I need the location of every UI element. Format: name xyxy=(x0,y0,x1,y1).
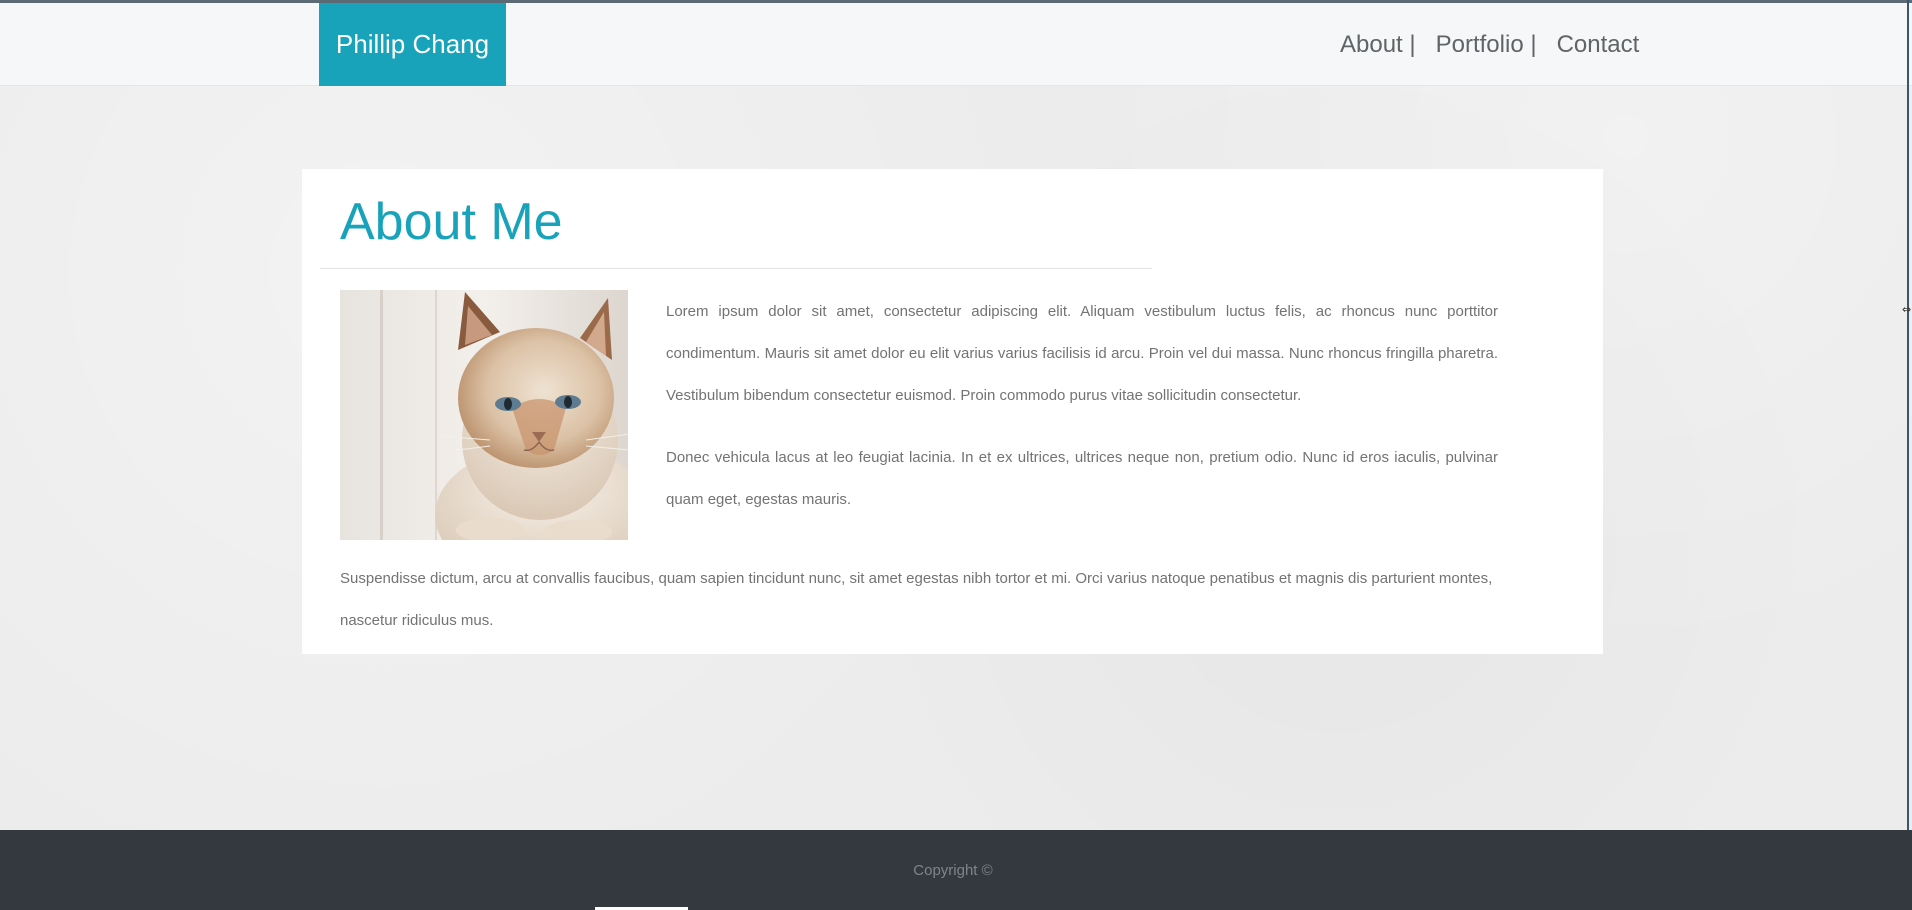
paragraph-3: Suspendisse dictum, arcu at convallis fa… xyxy=(340,570,1493,629)
paragraph-2: Donec vehicula lacus at leo feugiat laci… xyxy=(666,449,1498,508)
cat-photo xyxy=(340,290,628,540)
nav-links: About | Portfolio | Contact xyxy=(1340,3,1639,86)
nav-link-about[interactable]: About | xyxy=(1340,31,1416,59)
paragraph-1: Lorem ipsum dolor sit amet, consectetur … xyxy=(666,303,1498,404)
resize-cursor-icon: ⇔ xyxy=(1902,303,1912,316)
window-right-edge[interactable] xyxy=(1907,0,1909,910)
nav-link-portfolio[interactable]: Portfolio | xyxy=(1436,31,1537,59)
brand-link[interactable]: Phillip Chang xyxy=(319,3,506,86)
title-divider xyxy=(320,268,1152,269)
cat-photo-illustration xyxy=(340,290,628,540)
navbar: Phillip Chang About | Portfolio | Contac… xyxy=(0,3,1912,86)
nav-link-contact[interactable]: Contact xyxy=(1557,31,1640,59)
footer: Copyright © xyxy=(0,830,1912,910)
about-card: About Me Lorem ipsum dolor sit amet, con… xyxy=(302,169,1603,654)
page-title: About Me xyxy=(340,193,563,251)
copyright-text: Copyright © xyxy=(913,862,993,879)
